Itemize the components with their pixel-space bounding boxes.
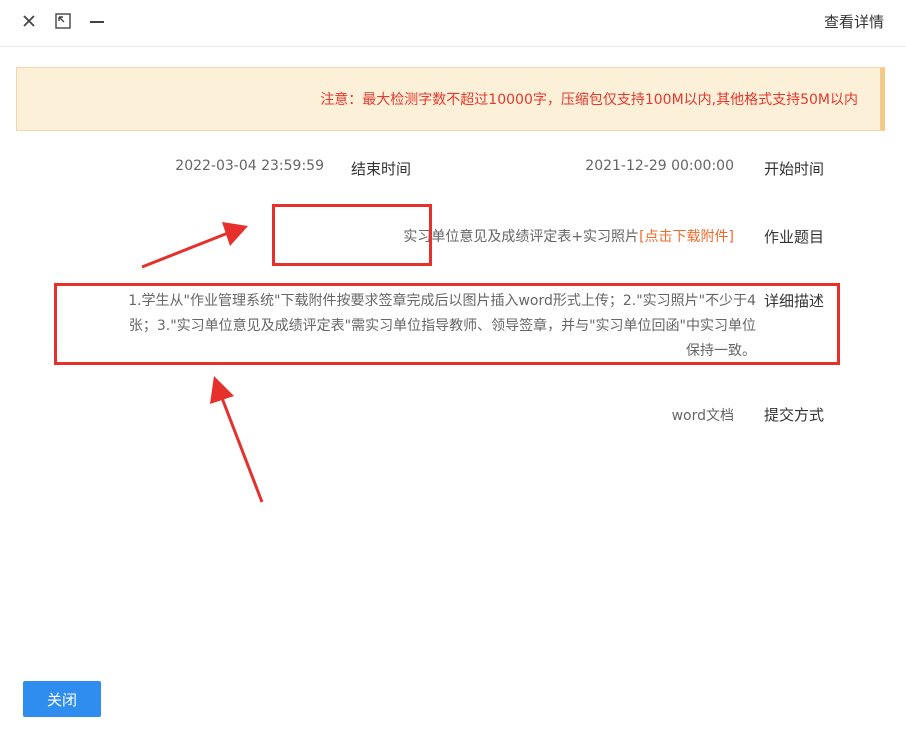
window-title: 查看详情 [823,13,884,31]
assignment-label: 作业题目 [763,228,824,246]
description-highlight-box [54,283,840,365]
end-time-label: 结束时间 [350,160,411,178]
start-time-label: 开始时间 [763,160,824,178]
attachment-highlight-box [272,204,432,266]
minimize-icon[interactable] [86,10,108,32]
assignment-value: 实习单位意见及成绩评定表+实习照片[点击下载附件] [403,226,734,246]
start-time-value: 2021-12-29 00:00:00 [585,158,734,174]
close-button[interactable]: 关闭 [23,681,101,717]
title-bar: 查看详情 [0,0,906,47]
download-attachment-link[interactable]: [点击下载附件] [639,229,734,245]
assignment-title: 实习单位意见及成绩评定表+实习照片 [403,229,640,245]
restore-icon[interactable] [52,10,74,32]
arrow-to-description-icon [210,376,264,503]
close-icon[interactable] [18,10,40,32]
notice-banner: 注意：最大检测字数不超过10000字，压缩包仅支持100M以内,其他格式支持50… [16,67,885,131]
arrow-to-attachment-icon [141,222,248,269]
submit-method-value: word文档 [671,408,734,424]
end-time-value: 2022-03-04 23:59:59 [175,158,324,174]
notice-text: 注意：最大检测字数不超过10000字，压缩包仅支持100M以内,其他格式支持50… [320,92,858,108]
submit-method-label: 提交方式 [763,406,824,424]
